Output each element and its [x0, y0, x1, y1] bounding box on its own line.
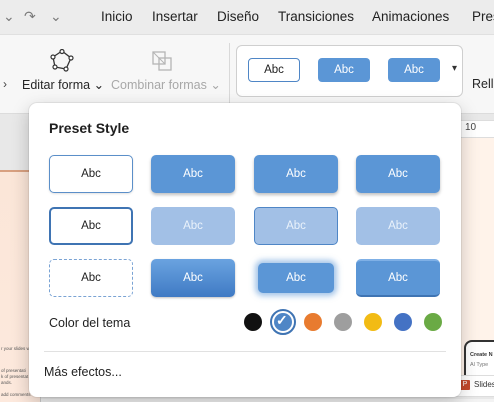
theme-color-yellow[interactable] — [364, 313, 382, 331]
preset-style-5[interactable]: Abc — [49, 207, 133, 245]
preset-style-11[interactable]: Abc — [258, 263, 334, 293]
qat-dropdown-icon[interactable]: ⌄ — [3, 8, 15, 25]
theme-color-dark-blue[interactable] — [394, 313, 412, 331]
phone-text: Al Type — [470, 362, 489, 368]
checkmark-icon: ✓ — [276, 312, 288, 328]
redo-icon[interactable]: ↷ — [24, 8, 36, 25]
theme-color-black[interactable] — [244, 313, 262, 331]
preset-style-9[interactable]: Abc — [49, 259, 133, 297]
merge-shapes-button[interactable]: Combinar formas ⌄ — [111, 77, 221, 92]
tab-insertar[interactable]: Insertar — [152, 9, 198, 24]
ribbon-separator — [229, 43, 230, 105]
tab-animaciones[interactable]: Animaciones — [372, 9, 449, 24]
ruler: 10 — [460, 120, 494, 138]
preset-style-8[interactable]: Abc — [356, 207, 440, 245]
slides-status-label: Slides — [474, 380, 494, 389]
theme-color-orange[interactable] — [304, 313, 322, 331]
powerpoint-icon: P — [460, 380, 470, 390]
preset-style-6[interactable]: Abc — [151, 207, 235, 245]
preset-style-7[interactable]: Abc — [254, 207, 338, 245]
gallery-more-icon[interactable]: ▾ — [452, 63, 457, 74]
popup-title: Preset Style — [49, 120, 130, 136]
theme-color-gray[interactable] — [334, 313, 352, 331]
ribbon-tab-bar: ⌄ ↷ ⌄ Inicio Insertar Diseño Transicione… — [0, 0, 494, 35]
tab-diseno[interactable]: Diseño — [217, 9, 259, 24]
phone-text: Create N — [470, 352, 493, 358]
merge-shapes-label: Combinar formas — [111, 78, 207, 92]
preset-style-4[interactable]: Abc — [356, 155, 440, 193]
preset-style-1[interactable]: Abc — [49, 155, 133, 193]
gallery-style-2[interactable]: Abc — [318, 58, 370, 82]
theme-color-label: Color del tema — [49, 316, 131, 330]
shape-styles-gallery: Abc Abc Abc — [236, 45, 463, 97]
gallery-style-1[interactable]: Abc — [248, 58, 300, 82]
edit-shape-icon — [50, 49, 74, 72]
preset-style-10[interactable]: Abc — [151, 259, 235, 297]
more-effects-link[interactable]: Más efectos... — [44, 365, 122, 379]
customize-qat-icon[interactable]: ⌄ — [50, 8, 62, 25]
preset-style-popup: Preset Style Abc Abc Abc Abc Abc Abc Abc… — [29, 103, 461, 397]
edit-shape-label: Editar forma — [22, 78, 91, 92]
preset-style-2[interactable]: Abc — [151, 155, 235, 193]
theme-color-green[interactable] — [424, 313, 442, 331]
theme-color-blue[interactable]: ✓ — [274, 312, 292, 331]
ruler-value: 10 — [465, 122, 477, 133]
dropdown-arrow-icon[interactable]: › — [3, 77, 7, 91]
tab-transiciones[interactable]: Transiciones — [278, 9, 354, 24]
gallery-style-3[interactable]: Abc — [388, 58, 440, 82]
popup-divider — [44, 351, 446, 352]
merge-shapes-icon — [152, 51, 172, 71]
tab-inicio[interactable]: Inicio — [101, 9, 133, 24]
tab-presentacion[interactable]: Pres — [472, 9, 494, 24]
shape-fill-button[interactable]: Rell — [472, 77, 494, 91]
edit-shape-button[interactable]: Editar forma ⌄ — [22, 77, 104, 92]
preset-style-3[interactable]: Abc — [254, 155, 338, 193]
preset-style-12[interactable]: Abc — [356, 259, 440, 297]
